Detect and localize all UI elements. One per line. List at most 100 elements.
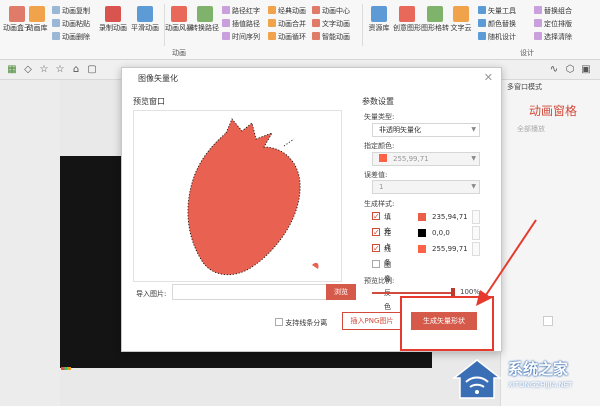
anim-paste-button[interactable]: 动画粘贴: [52, 19, 90, 29]
group-label-anim: 动画: [172, 49, 186, 57]
invert-row: 图像反色: [372, 258, 391, 311]
stem-trace: [283, 138, 295, 147]
anim-library-button[interactable]: 动画库: [20, 6, 54, 33]
color-field[interactable]: 255,99,71 ▼: [372, 152, 480, 166]
import-path-input[interactable]: [172, 284, 327, 300]
copy-icon: [52, 6, 60, 14]
style-label: 生成样式:: [364, 200, 395, 208]
annotation-arrow: [476, 219, 537, 306]
anim-delete-button[interactable]: 动画删除: [52, 32, 90, 42]
play-all-button[interactable]: 全部播放: [517, 124, 545, 134]
color-icon: [478, 19, 486, 27]
close-icon[interactable]: ✕: [484, 71, 493, 84]
fill-color-swatch[interactable]: [418, 213, 426, 221]
params-title: 参数设置: [362, 97, 394, 106]
style-row-fill: 填充 235,94,71: [372, 210, 480, 235]
watermark-text: 系统之家: [508, 360, 569, 378]
star-icon[interactable]: ☆: [54, 64, 66, 76]
style-row-points: 控点 0,0,0: [372, 226, 480, 251]
chevron-down-icon: ▼: [471, 126, 476, 133]
record-anim-button[interactable]: 录制动画: [96, 6, 130, 33]
smart-anim-button[interactable]: 智能动画: [312, 32, 350, 42]
path-text-button[interactable]: 路径红字: [222, 6, 260, 16]
smooth-icon: [137, 6, 153, 22]
select-clear-button[interactable]: 选择清除: [534, 32, 572, 42]
interp-icon: [222, 19, 230, 27]
replace-combo-button[interactable]: 替换组合: [534, 6, 572, 16]
merge-icon: [268, 19, 276, 27]
random-icon: [478, 32, 486, 40]
grid-toggle-icon[interactable]: ▦: [6, 64, 18, 76]
vector-type-label: 矢量类型:: [364, 113, 395, 121]
arrow-line: [483, 219, 537, 299]
ribbon: 动画盒子 动画库 动画复制 动画粘贴 动画删除 录制动画 平滑动画 动画风暴 转…: [0, 0, 600, 60]
position-icon: [534, 19, 542, 27]
line-color-swatch[interactable]: [418, 245, 426, 253]
tolerance-field[interactable]: 1 ▼: [372, 180, 480, 194]
chevron-down-icon: ▼: [471, 183, 476, 190]
library-icon: [371, 6, 387, 22]
vector-type-select[interactable]: 非透明矢量化 ▼: [372, 123, 480, 137]
preview-title: 预览窗口: [133, 97, 165, 106]
insert-png-button[interactable]: 插入PNG图片: [342, 312, 402, 330]
anim-library-icon: [29, 6, 45, 22]
chevron-down-icon: ▼: [471, 155, 476, 162]
shape-icon[interactable]: ◇: [22, 64, 34, 76]
animation-pane-title: 动画窗格: [529, 104, 578, 118]
record-icon: [105, 6, 121, 22]
wave-icon[interactable]: ∿: [548, 64, 560, 76]
vector-tools-button[interactable]: 矢量工具: [478, 6, 516, 16]
color-swatch: [379, 154, 387, 162]
hexagon-icon[interactable]: ⬡: [564, 64, 576, 76]
preview-window: [133, 110, 342, 282]
multi-window-tab[interactable]: 多窗口模式: [507, 82, 542, 92]
import-label: 导入图片:: [136, 290, 167, 298]
strawberry-shape: [187, 118, 301, 276]
color-label: 指定颜色:: [364, 142, 395, 150]
anim-copy-button[interactable]: 动画复制: [52, 6, 90, 16]
browse-button[interactable]: 浏览: [326, 284, 356, 300]
anim-center-button[interactable]: 动画中心: [312, 6, 350, 16]
tolerance-label: 误差值:: [364, 171, 388, 179]
vector-icon: [478, 6, 486, 14]
site-watermark: 系统之家 XITONGZHIJIA.NET: [446, 354, 600, 406]
random-design-button[interactable]: 随机设计: [478, 32, 516, 42]
house-logo-icon: [451, 359, 503, 399]
word-cloud-button[interactable]: 文字云: [444, 6, 478, 33]
replace-icon: [534, 6, 542, 14]
box-icon[interactable]: ▣: [580, 64, 592, 76]
slide-thumbnails-panel: [0, 80, 60, 406]
home-icon[interactable]: ⌂: [70, 64, 82, 76]
invert-checkbox[interactable]: [372, 260, 380, 268]
storm-icon: [171, 6, 187, 22]
path-icon: [197, 6, 213, 22]
interp-path-button[interactable]: 插值路径: [222, 19, 260, 29]
group-label-design: 设计: [520, 49, 534, 57]
fill-checkbox[interactable]: [372, 210, 380, 224]
strawberry-image: [187, 118, 319, 276]
timeline-button[interactable]: 时间序列: [222, 32, 260, 42]
scroll-handle[interactable]: [543, 316, 553, 326]
path-group-button[interactable]: 转换路径: [188, 6, 222, 33]
position-layout-button[interactable]: 定位排版: [534, 19, 572, 29]
line-checkbox[interactable]: [372, 242, 380, 256]
shape-icon: [399, 6, 415, 22]
anim-loop-button[interactable]: 动画循环: [268, 32, 306, 42]
box-icon[interactable]: ▢: [86, 64, 98, 76]
center-icon: [312, 6, 320, 14]
select-icon: [534, 32, 542, 40]
cloud-icon: [453, 6, 469, 22]
text-anim-button[interactable]: 文字动画: [312, 19, 350, 29]
grid-icon: [427, 6, 443, 22]
split-lines-option[interactable]: 支持线条分离: [275, 318, 327, 328]
points-checkbox[interactable]: [372, 226, 380, 240]
slide-indicator: [61, 367, 71, 370]
points-color-swatch[interactable]: [418, 229, 426, 237]
star-icon[interactable]: ☆: [38, 64, 50, 76]
anim-merge-button[interactable]: 动画合并: [268, 19, 306, 29]
smooth-anim-button[interactable]: 平滑动画: [128, 6, 162, 33]
classic-anim-button[interactable]: 经典动画: [268, 6, 306, 16]
scale-slider-track[interactable]: [372, 292, 454, 294]
color-replace-button[interactable]: 颜色替换: [478, 19, 516, 29]
split-lines-checkbox[interactable]: [275, 318, 283, 326]
